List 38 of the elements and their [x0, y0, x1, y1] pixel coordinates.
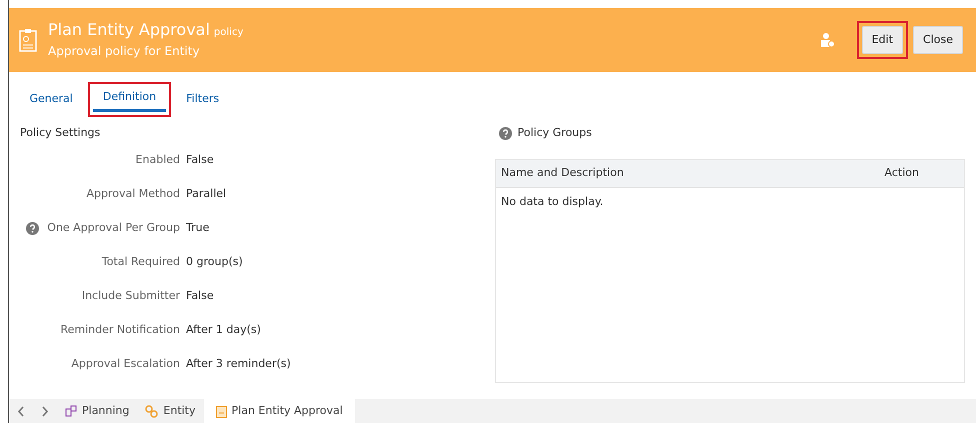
field-label: Total Required	[102, 254, 180, 270]
clipboard-icon	[216, 404, 227, 418]
bottom-tab[interactable]: Plan Entity Approval	[204, 399, 355, 423]
field-value: True	[186, 220, 210, 236]
field-value: False	[186, 288, 214, 304]
empty-message: No data to display.	[500, 194, 604, 210]
field-value: False	[186, 152, 214, 168]
field-label: Approval Escalation	[71, 356, 180, 372]
gears-icon	[145, 404, 158, 418]
forward-icon[interactable]	[41, 406, 49, 416]
header-button[interactable]: Edit	[862, 26, 904, 54]
field-value: After 3 reminder(s)	[186, 356, 291, 372]
section-title: Policy Groups	[518, 125, 592, 142]
bottom-tab[interactable]: Planning	[57, 399, 138, 423]
back-icon[interactable]	[17, 406, 25, 416]
section-title: Policy Settings	[20, 124, 102, 140]
header-button[interactable]: Close	[913, 26, 963, 54]
field-label: Enabled	[136, 152, 180, 168]
help-icon[interactable]	[499, 127, 512, 140]
help-icon[interactable]	[26, 222, 39, 234]
page-title: Plan Entity Approval	[48, 20, 210, 39]
field-label: Approval Method	[86, 186, 180, 202]
column-header: Name and Description	[501, 164, 624, 181]
field-value: Parallel	[186, 186, 226, 202]
field-label: Include Submitter	[82, 288, 180, 304]
tab[interactable]: General	[20, 87, 83, 112]
clipboard-icon	[19, 28, 37, 52]
title-suffix: policy	[214, 26, 244, 38]
column-header: Action	[884, 164, 919, 181]
field-label: Reminder Notification	[60, 322, 180, 338]
field-value: 0 group(s)	[186, 254, 243, 270]
field-value: After 1 day(s)	[186, 322, 261, 338]
page-subtitle: Approval policy for Entity	[48, 43, 201, 60]
tab[interactable]: Definition	[92, 87, 166, 112]
tab[interactable]: Filters	[176, 87, 230, 112]
grid-icon	[65, 405, 77, 417]
bottom-tab[interactable]: Entity	[137, 399, 204, 423]
field-label: One Approval Per Group	[47, 220, 180, 236]
